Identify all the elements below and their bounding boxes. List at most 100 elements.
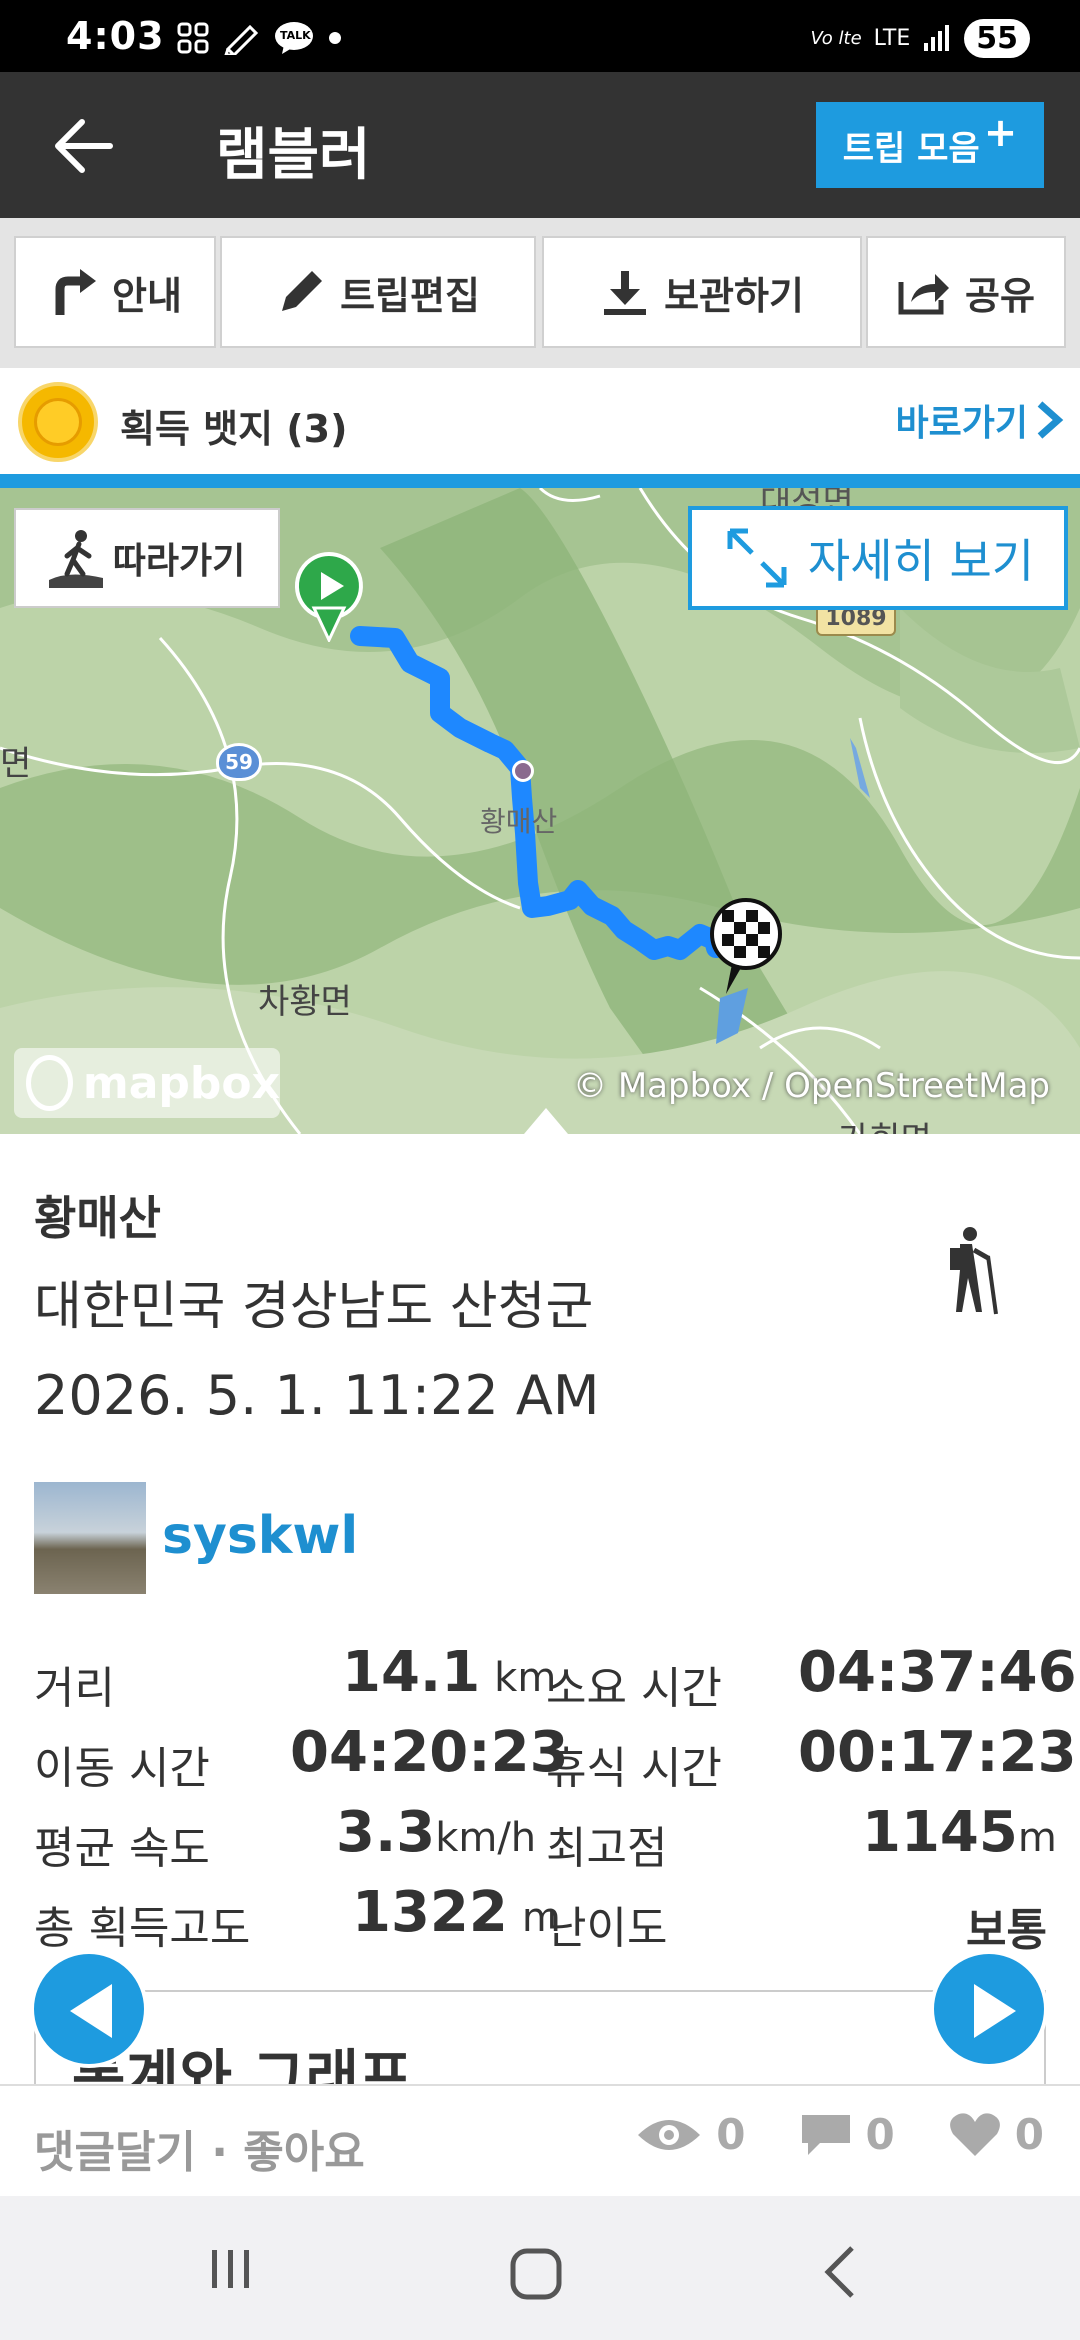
goto-badges-link[interactable]: 바로가기 bbox=[896, 394, 1064, 446]
home-icon[interactable] bbox=[508, 2246, 564, 2302]
map-label-peak: 황매산 bbox=[480, 805, 558, 838]
distance-label: 거리 bbox=[34, 1663, 115, 1714]
map-attribution[interactable]: © Mapbox / OpenStreetMap bbox=[573, 1066, 1050, 1106]
avatar[interactable] bbox=[34, 1482, 146, 1594]
save-button[interactable]: 보관하기 bbox=[542, 236, 862, 348]
difficulty-value: 보통 bbox=[966, 1894, 1047, 1958]
comment-like-link[interactable]: 댓글달기 · 좋아요 bbox=[34, 2116, 365, 2180]
notification-icons: TALK bbox=[176, 20, 342, 56]
download-icon bbox=[604, 271, 647, 315]
map-pointer-notch bbox=[524, 1108, 568, 1134]
rest-time-value: 00:17:23 bbox=[798, 1720, 1077, 1785]
badge-row[interactable]: 획득 뱃지 (3) 바로가기 bbox=[0, 368, 1080, 474]
heart-icon bbox=[949, 2112, 1000, 2156]
max-elevation-number: 1145 bbox=[862, 1800, 1018, 1865]
route-59-label: 59 bbox=[225, 750, 253, 774]
eye-icon bbox=[638, 2119, 701, 2150]
next-trip-button[interactable] bbox=[930, 1950, 1048, 2068]
battery-level: 55 bbox=[964, 18, 1030, 58]
total-time-number: 04:37:46 bbox=[798, 1640, 1077, 1705]
previous-trip-button[interactable] bbox=[30, 1950, 148, 2068]
share-button[interactable]: 공유 bbox=[866, 236, 1066, 348]
signal-icon bbox=[924, 25, 950, 51]
difficulty-text: 보통 bbox=[966, 1905, 1047, 1956]
moving-time-number: 04:20:23 bbox=[290, 1720, 569, 1785]
map-label-left-edge: 면 bbox=[0, 744, 32, 784]
goto-label: 바로가기 bbox=[895, 403, 1028, 444]
comment-icon bbox=[801, 2114, 850, 2155]
distance-number: 14.1 bbox=[342, 1640, 481, 1705]
trip-title: 황매산 bbox=[34, 1191, 161, 1245]
status-time: 4:03 bbox=[66, 14, 165, 58]
view-details-button[interactable]: 자세히 보기 bbox=[688, 506, 1068, 610]
network-label: LTE bbox=[873, 25, 911, 51]
triangle-right-icon bbox=[974, 1984, 1016, 2038]
mapbox-logo-text: mapbox bbox=[82, 1057, 280, 1109]
medal-icon bbox=[18, 382, 98, 462]
max-elevation-value: 1145m bbox=[862, 1800, 1057, 1865]
turn-right-icon bbox=[55, 269, 97, 315]
route-map[interactable]: 59 1089 대성면 황매산 차황면 면 가회면 bbox=[0, 488, 1080, 1134]
start-marker-icon bbox=[294, 552, 364, 644]
view-details-label: 자세히 보기 bbox=[807, 534, 1035, 588]
talk-label: TALK bbox=[280, 29, 311, 42]
back-icon[interactable] bbox=[820, 2244, 860, 2300]
save-label: 보관하기 bbox=[664, 273, 804, 318]
back-arrow-icon[interactable] bbox=[52, 116, 114, 176]
expand-arrows-icon bbox=[727, 528, 787, 588]
accent-divider bbox=[0, 474, 1080, 488]
app-title: 램블러 bbox=[216, 123, 371, 188]
pen-icon bbox=[224, 24, 259, 55]
grid-icon bbox=[177, 22, 209, 54]
recent-apps-icon[interactable] bbox=[208, 2246, 254, 2292]
share-label: 공유 bbox=[965, 273, 1035, 318]
follow-trip-button[interactable]: 따라가기 bbox=[14, 508, 280, 608]
username-link[interactable]: syskwl bbox=[162, 1506, 358, 1566]
total-time-value: 04:37:46 bbox=[798, 1640, 1077, 1705]
status-bar: 4:03 TALK Vo lte LTE 55 bbox=[0, 0, 1080, 72]
mapbox-logo-mark bbox=[26, 1055, 73, 1111]
moving-time-label: 이동 시간 bbox=[34, 1743, 210, 1794]
trip-collection-label: 트립 모음 bbox=[842, 128, 980, 169]
talk-icon: TALK bbox=[274, 21, 314, 55]
like-count: 0 bbox=[1014, 2110, 1044, 2159]
total-ascent-value: 1322 m bbox=[352, 1880, 561, 1945]
view-count: 0 bbox=[716, 2110, 746, 2159]
moving-time-value: 04:20:23 bbox=[290, 1720, 569, 1785]
avg-speed-unit: km/h bbox=[435, 1815, 537, 1861]
distance-value: 14.1 km bbox=[342, 1640, 556, 1705]
trip-address: 대한민국 경상남도 산청군 bbox=[34, 1277, 594, 1337]
social-counts: 0 0 0 bbox=[636, 2110, 1044, 2159]
social-footer: 댓글달기 · 좋아요 0 0 0 bbox=[0, 2084, 1080, 2196]
volte-label: Vo lte bbox=[810, 27, 862, 49]
app-bar: 램블러 트립 모음 + bbox=[0, 72, 1080, 218]
share-icon bbox=[898, 274, 950, 315]
mapbox-logo: mapbox bbox=[14, 1048, 280, 1118]
rest-time-number: 00:17:23 bbox=[798, 1720, 1077, 1785]
edit-trip-label: 트립편집 bbox=[340, 273, 480, 318]
edit-trip-button[interactable]: 트립편집 bbox=[220, 236, 536, 348]
hiking-icon bbox=[950, 1227, 998, 1315]
difficulty-label: 난이도 bbox=[546, 1903, 668, 1954]
system-nav-bar bbox=[0, 2196, 1080, 2340]
walking-person-icon bbox=[48, 530, 103, 588]
status-right: Vo lte LTE 55 bbox=[811, 16, 1030, 60]
peak-marker bbox=[512, 760, 534, 782]
max-elevation-unit: m bbox=[1017, 1815, 1057, 1861]
plus-icon: + bbox=[983, 110, 1018, 156]
comment-count: 0 bbox=[865, 2110, 895, 2159]
guide-label: 안내 bbox=[112, 273, 182, 318]
pencil-icon bbox=[282, 271, 323, 311]
guide-button[interactable]: 안내 bbox=[14, 236, 216, 348]
trip-collection-button[interactable]: 트립 모음 + bbox=[816, 102, 1044, 188]
avg-speed-value: 3.3km/h bbox=[336, 1800, 536, 1865]
total-ascent-label: 총 획득고도 bbox=[34, 1903, 251, 1954]
avg-speed-number: 3.3 bbox=[336, 1800, 436, 1865]
follow-label: 따라가기 bbox=[112, 541, 246, 582]
avg-speed-label: 평균 속도 bbox=[34, 1823, 210, 1874]
action-toolbar: 안내 트립편집 보관하기 공유 bbox=[0, 218, 1080, 368]
badge-count-label: 획득 뱃지 (3) bbox=[120, 407, 348, 451]
rest-time-label: 휴식 시간 bbox=[546, 1743, 722, 1794]
trip-info: 황매산 대한민국 경상남도 산청군 2026. 5. 1. 11:22 AM s… bbox=[0, 1134, 1080, 2084]
triangle-left-icon bbox=[70, 1984, 112, 2038]
